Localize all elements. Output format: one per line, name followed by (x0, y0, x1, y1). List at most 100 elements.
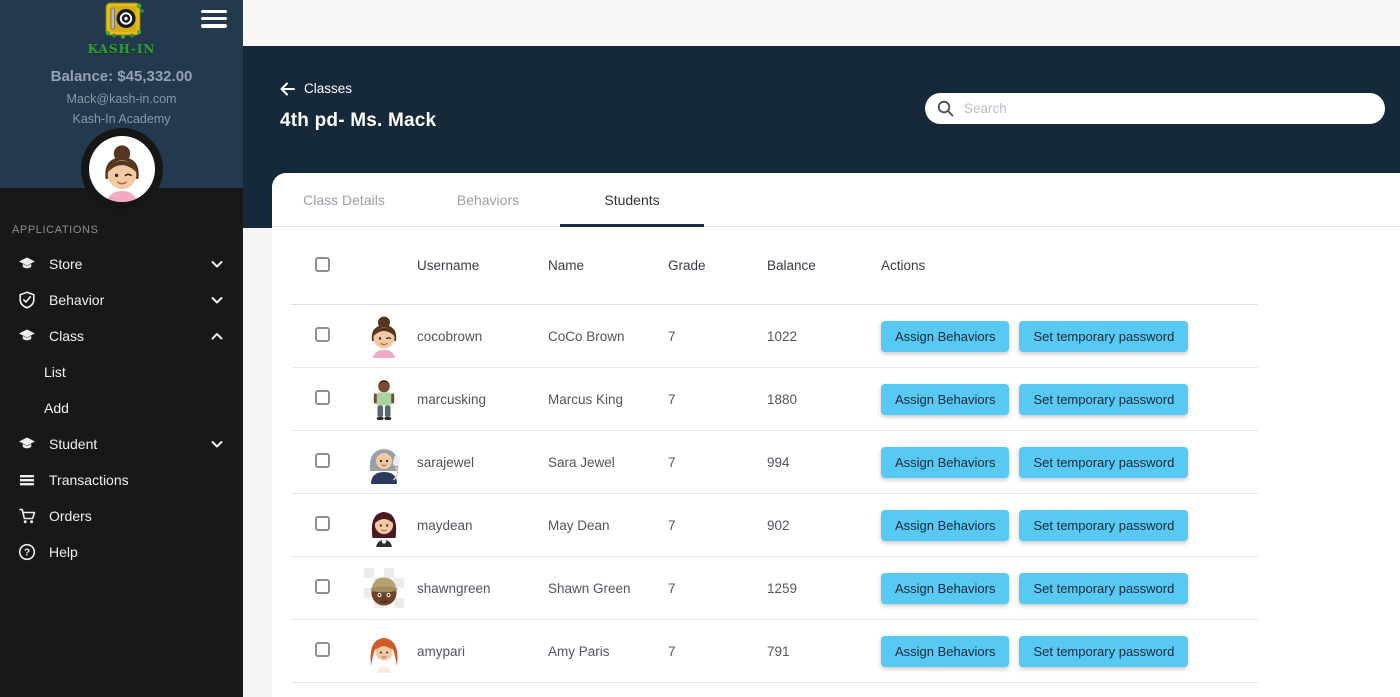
column-header-balance: Balance (767, 258, 881, 273)
name-cell: May Dean (548, 518, 668, 533)
assign-behaviors-button[interactable]: Assign Behaviors (881, 321, 1009, 352)
balance-cell: 1880 (767, 392, 881, 407)
shield-check-icon (18, 291, 36, 309)
sidebar: KASH-IN Balance: $45,332.00 Mack@kash-in… (0, 0, 243, 697)
sidebar-item-add[interactable]: Add (0, 390, 243, 426)
balance-cell: 994 (767, 455, 881, 470)
svg-text:?: ? (24, 548, 30, 559)
set-temporary-password-button[interactable]: Set temporary password (1019, 510, 1188, 541)
set-temporary-password-button[interactable]: Set temporary password (1019, 321, 1188, 352)
table-row: shawngreenShawn Green71259Assign Behavio… (291, 557, 1258, 620)
user-avatar[interactable] (81, 128, 163, 210)
sidebar-item-list[interactable]: List (0, 354, 243, 390)
sidebar-item-label: Add (44, 400, 69, 416)
students-table: UsernameNameGradeBalanceActions cocobrow… (291, 227, 1258, 683)
tab-class-details[interactable]: Class Details (272, 173, 416, 226)
assign-behaviors-button[interactable]: Assign Behaviors (881, 636, 1009, 667)
grade-cell: 7 (668, 518, 767, 533)
girl-bob-avatar (362, 503, 406, 547)
name-cell: Marcus King (548, 392, 668, 407)
username-cell: amypari (417, 644, 548, 659)
sidebar-item-transactions[interactable]: Transactions (0, 462, 243, 498)
search-input[interactable] (964, 101, 1373, 116)
username-cell: maydean (417, 518, 548, 533)
name-cell: Sara Jewel (548, 455, 668, 470)
girl-bun-avatar (92, 142, 152, 202)
table-row: cocobrownCoCo Brown71022Assign Behaviors… (291, 305, 1258, 368)
cash-register-logo-icon (97, 2, 147, 39)
sidebar-item-orders[interactable]: Orders (0, 498, 243, 534)
account-email: Mack@kash-in.com (0, 92, 243, 106)
back-to-classes-link[interactable]: Classes (279, 81, 352, 96)
balance-cell: 902 (767, 518, 881, 533)
column-header-grade: Grade (668, 258, 767, 273)
grade-cell: 7 (668, 581, 767, 596)
chevron-down-icon (211, 295, 223, 305)
column-header-name: Name (548, 258, 668, 273)
chevron-down-icon (211, 259, 223, 269)
sidebar-item-label: Help (49, 544, 78, 560)
graduation-cap-icon (18, 255, 36, 273)
account-balance: Balance: $45,332.00 (0, 68, 243, 85)
sidebar-item-store[interactable]: Store (0, 246, 243, 282)
row-checkbox[interactable] (315, 327, 330, 342)
sidebar-item-class[interactable]: Class (0, 318, 243, 354)
sidebar-item-help[interactable]: ? Help (0, 534, 243, 570)
chevron-up-icon (211, 331, 223, 341)
table-row: amypariAmy Paris7791Assign BehaviorsSet … (291, 620, 1258, 683)
select-all-checkbox[interactable] (315, 257, 330, 272)
set-temporary-password-button[interactable]: Set temporary password (1019, 384, 1188, 415)
search-box (925, 93, 1385, 124)
set-temporary-password-button[interactable]: Set temporary password (1019, 636, 1188, 667)
column-header-actions: Actions (881, 258, 1258, 273)
hamburger-menu-icon[interactable] (201, 10, 227, 32)
back-link-label: Classes (304, 81, 352, 96)
assign-behaviors-button[interactable]: Assign Behaviors (881, 573, 1009, 604)
row-checkbox[interactable] (315, 516, 330, 531)
row-checkbox[interactable] (315, 579, 330, 594)
sidebar-item-label: Student (49, 436, 97, 452)
sidebar-item-student[interactable]: Student (0, 426, 243, 462)
tab-students[interactable]: Students (560, 173, 704, 226)
tab-behaviors[interactable]: Behaviors (416, 173, 560, 226)
assign-behaviors-button[interactable]: Assign Behaviors (881, 384, 1009, 415)
grade-cell: 7 (668, 329, 767, 344)
balance-cell: 1022 (767, 329, 881, 344)
set-temporary-password-button[interactable]: Set temporary password (1019, 573, 1188, 604)
sidebar-item-behavior[interactable]: Behavior (0, 282, 243, 318)
boy-green-shirt-avatar (362, 377, 406, 421)
graduation-cap-icon (18, 435, 36, 453)
class-detail-card: Class DetailsBehaviorsStudents UsernameN… (272, 173, 1400, 697)
main-area: Classes 4th pd- Ms. Mack Class DetailsBe… (243, 0, 1400, 697)
boy-cap-avatar (362, 566, 406, 610)
sidebar-item-label: Class (49, 328, 84, 344)
student-avatar (362, 314, 417, 358)
graduation-cap-icon (18, 327, 36, 345)
row-checkbox[interactable] (315, 642, 330, 657)
username-cell: cocobrown (417, 329, 548, 344)
username-cell: shawngreen (417, 581, 548, 596)
top-bar (243, 0, 1400, 46)
column-header-username: Username (417, 258, 548, 273)
sidebar-profile-panel: KASH-IN Balance: $45,332.00 Mack@kash-in… (0, 0, 243, 188)
name-cell: Amy Paris (548, 644, 668, 659)
set-temporary-password-button[interactable]: Set temporary password (1019, 447, 1188, 478)
logo-wordmark: KASH-IN (0, 42, 243, 56)
assign-behaviors-button[interactable]: Assign Behaviors (881, 447, 1009, 478)
row-checkbox[interactable] (315, 390, 330, 405)
grade-cell: 7 (668, 392, 767, 407)
table-row: marcuskingMarcus King71880Assign Behavio… (291, 368, 1258, 431)
assign-behaviors-button[interactable]: Assign Behaviors (881, 510, 1009, 541)
row-checkbox[interactable] (315, 453, 330, 468)
academy-name: Kash-In Academy (0, 112, 243, 126)
student-avatar (362, 629, 417, 673)
help-icon: ? (18, 543, 36, 561)
name-cell: Shawn Green (548, 581, 668, 596)
list-icon (18, 471, 36, 489)
search-icon (937, 100, 954, 117)
name-cell: CoCo Brown (548, 329, 668, 344)
student-avatar (362, 377, 417, 421)
table-row: maydeanMay Dean7902Assign Behaviors Set t… (291, 494, 1258, 557)
girl-hood-avatar (362, 440, 406, 484)
girl-redhead-avatar (362, 629, 406, 673)
